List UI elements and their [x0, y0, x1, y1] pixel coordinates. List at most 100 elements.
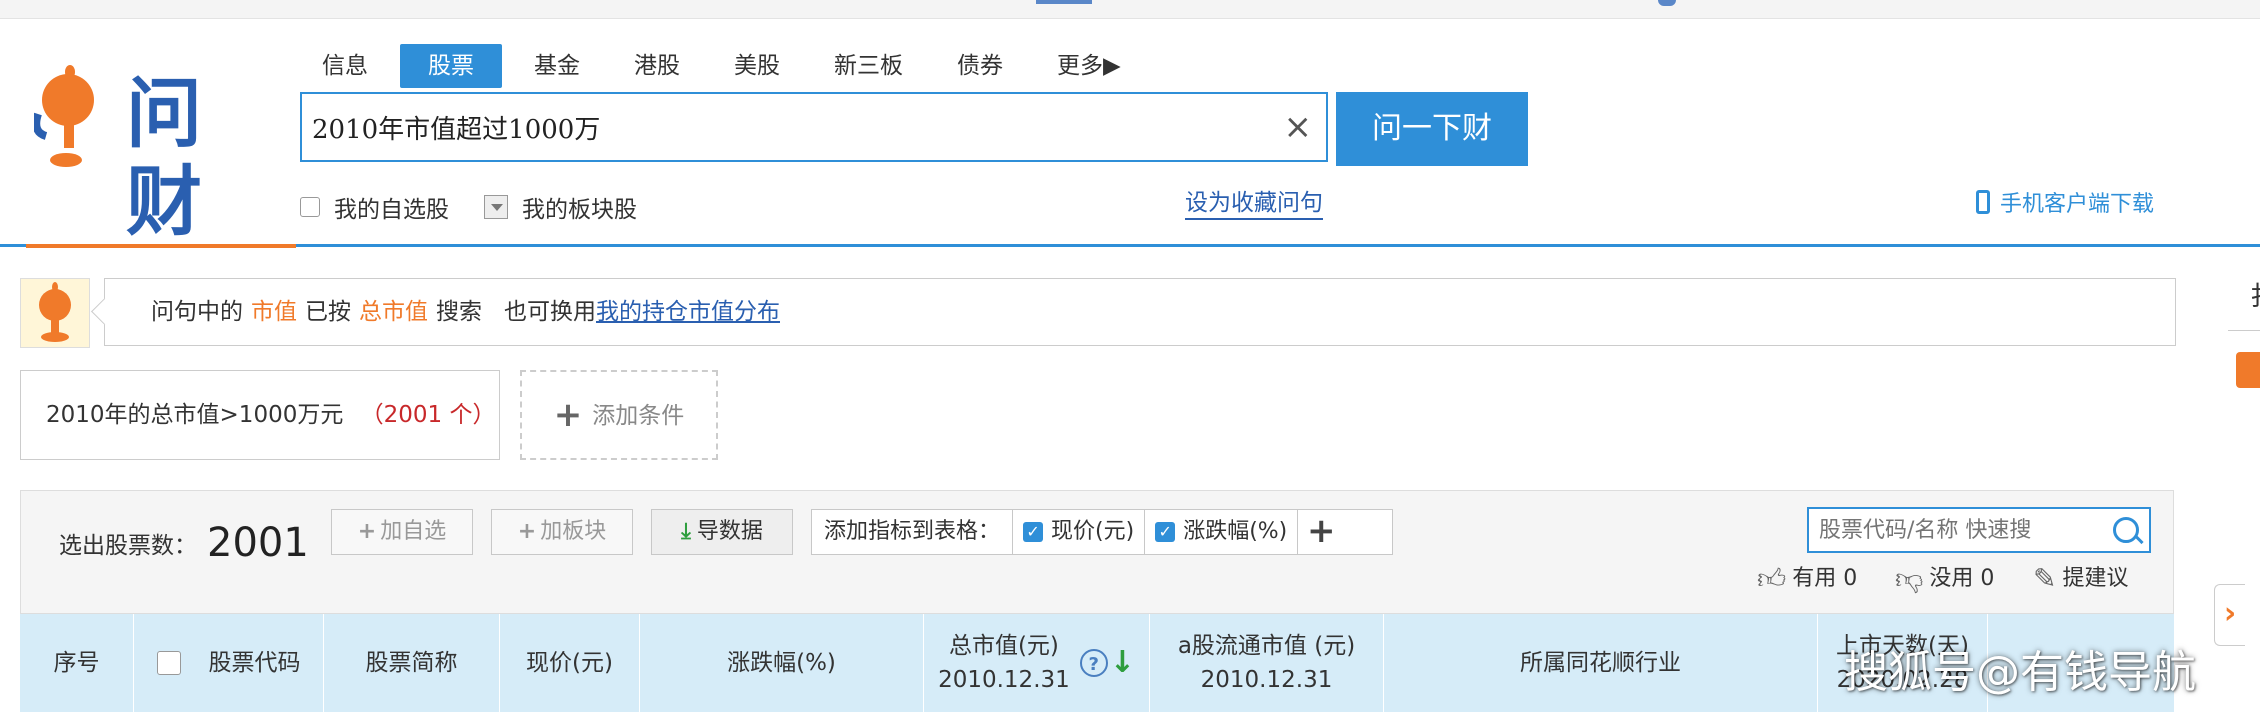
top-strip-marker [1036, 0, 1092, 4]
add-sector-button[interactable]: + 加板块 [491, 509, 633, 555]
nav-item-more[interactable]: 更多▶ [1035, 44, 1143, 88]
holdings-distribution-link[interactable]: 我的持仓市值分布 [596, 299, 780, 325]
result-count-label: 选出股票数： [59, 533, 197, 559]
edit-icon: ✎ [2033, 562, 2057, 595]
notice-term-total-market-value: 总市值 [359, 299, 428, 325]
add-watchlist-button[interactable]: + 加自选 [331, 509, 473, 555]
col-code-label: 股票代码 [208, 650, 301, 676]
nav-item-info[interactable]: 信息 [300, 44, 390, 88]
notice-bar: 问句中的 市值 已按 总市值 搜索 也可换用我的持仓市值分布 [20, 278, 2176, 348]
checkbox-checked-icon[interactable]: ✓ [1023, 522, 1044, 542]
useless-button[interactable]: 👎︎ 没用 0 [1895, 559, 1994, 599]
thumbs-down-icon: 👎︎ [1895, 562, 1924, 595]
condition-count: （2001 个） [360, 402, 496, 428]
my-sectors-label: 我的板块股 [522, 197, 637, 223]
iwencai-logo[interactable]: 问财 [32, 62, 264, 246]
save-question-link[interactable]: 设为收藏问句 [1185, 188, 1323, 220]
my-sectors-dropdown-icon[interactable] [484, 195, 508, 219]
col-float-cap-date: 2010.12.31 [1200, 667, 1333, 693]
sort-desc-icon[interactable]: ↓ [1110, 646, 1135, 680]
add-sector-label: 加板块 [540, 519, 607, 544]
col-index: 序号 [20, 614, 134, 712]
search-box: × [300, 92, 1328, 162]
col-index-label: 序号 [53, 650, 100, 676]
col-industry-label: 所属同花顺行业 [1520, 650, 1681, 676]
col-market-cap-label: 总市值(元) [948, 633, 1059, 659]
download-icon: ⤓ [681, 519, 691, 544]
search-icon[interactable] [2113, 517, 2139, 543]
export-data-button[interactable]: ⤓ 导数据 [651, 509, 793, 555]
top-strip-dot [1658, 0, 1676, 6]
right-panel-badge[interactable] [2236, 352, 2260, 388]
result-toolbar: 选出股票数： 2001 + 加自选 + 加板块 ⤓ 导数据 添加指标到表格： ✓ 现价(… [20, 490, 2174, 614]
col-industry[interactable]: 所属同花顺行业 [1384, 614, 1818, 712]
notice-prefix: 问句中的 [151, 299, 243, 325]
col-name: 股票简称 [324, 614, 500, 712]
my-watchlist-option[interactable]: 我的自选股 [300, 190, 449, 224]
plus-icon: + [357, 519, 377, 544]
top-nav: 信息 股票 基金 港股 美股 新三板 债券 更多▶ [300, 44, 1153, 88]
col-price[interactable]: 现价(元) [500, 614, 640, 712]
notice-search-word: 搜索 [436, 299, 482, 325]
col-price-label: 现价(元) [526, 650, 613, 676]
metric-change-option[interactable]: ✓ 涨跌幅(%) [1144, 510, 1297, 554]
nav-item-bonds[interactable]: 债券 [935, 44, 1025, 88]
add-metrics-label: 添加指标到表格： [824, 519, 1001, 544]
search-input[interactable] [312, 94, 1212, 160]
useful-button[interactable]: 👍︎ 有用 0 [1757, 559, 1857, 599]
condition-chip[interactable]: 2010年的总市值>1000万元 （2001 个） [20, 370, 500, 460]
watermark: 搜狐号@有钱导航 [1844, 647, 2196, 698]
col-market-cap[interactable]: 总市值(元) 2010.12.31 ? ↓ [924, 614, 1150, 712]
suggest-button[interactable]: ✎ 提建议 [2033, 559, 2128, 599]
quick-search-box [1807, 507, 2151, 553]
nav-item-stocks[interactable]: 股票 [400, 44, 502, 88]
nav-item-neeq[interactable]: 新三板 [812, 44, 925, 88]
notice-mid: 已按 [305, 299, 351, 325]
notice-term-market-value: 市值 [251, 299, 297, 325]
col-float-cap-label: a股流通市值 (元) [1177, 633, 1356, 659]
mascot-avatar [20, 278, 90, 348]
result-count-value: 2001 [207, 520, 309, 566]
select-all-checkbox[interactable] [156, 651, 181, 675]
notice-message: 问句中的 市值 已按 总市值 搜索 也可换用我的持仓市值分布 [104, 278, 2176, 346]
header-divider-accent [26, 244, 296, 248]
metric-price-option[interactable]: ✓ 现价(元) [1012, 510, 1144, 554]
my-watchlist-checkbox[interactable] [300, 197, 320, 217]
nav-item-us-stocks[interactable]: 美股 [712, 44, 802, 88]
notice-alt: 也可换用 [504, 299, 596, 325]
col-market-cap-date: 2010.12.31 [938, 667, 1070, 693]
mobile-download-label: 手机客户端下载 [2000, 192, 2155, 217]
phone-icon [1976, 190, 1990, 214]
useful-label: 有用 0 [1792, 566, 1858, 591]
help-icon[interactable]: ? [1079, 649, 1108, 677]
col-name-label: 股票简称 [365, 650, 458, 676]
col-float-cap[interactable]: a股流通市值 (元) 2010.12.31 [1150, 614, 1384, 712]
checkbox-checked-icon[interactable]: ✓ [1155, 522, 1176, 542]
browser-top-strip [0, 0, 2260, 19]
my-watchlist-label: 我的自选股 [334, 197, 449, 223]
col-change-label: 涨跌幅(%) [727, 650, 836, 676]
add-metric-button[interactable]: + [1297, 510, 1344, 554]
logo-text: 问财 [126, 69, 202, 246]
col-change[interactable]: 涨跌幅(%) [640, 614, 924, 712]
condition-text: 2010年的总市值>1000万元 [46, 402, 344, 428]
nav-item-funds[interactable]: 基金 [512, 44, 602, 88]
useless-label: 没用 0 [1929, 566, 1995, 591]
export-data-label: 导数据 [696, 519, 763, 544]
ask-button[interactable]: 问一下财 [1336, 92, 1528, 166]
add-metrics-bar: 添加指标到表格： ✓ 现价(元) ✓ 涨跌幅(%) + [811, 509, 1393, 555]
expand-panel-tab[interactable]: › [2214, 584, 2245, 646]
add-condition-label: 添加条件 [592, 403, 685, 429]
right-panel-text: 扌 [2250, 276, 2260, 313]
clear-icon[interactable]: × [1284, 108, 1313, 146]
mobile-download-link[interactable]: 手机客户端下载 [1976, 186, 2154, 218]
col-code: 股票代码 [134, 614, 324, 712]
nav-item-hk-stocks[interactable]: 港股 [612, 44, 702, 88]
header-divider [0, 244, 2260, 247]
quick-search-input[interactable] [1819, 509, 2099, 551]
my-sectors-option[interactable]: 我的板块股 [484, 190, 637, 224]
metric-price-label: 现价(元) [1051, 519, 1135, 544]
right-panel-edge: 扌 [2228, 270, 2260, 331]
add-condition-button[interactable]: + 添加条件 [520, 370, 718, 460]
plus-icon: + [553, 395, 583, 435]
